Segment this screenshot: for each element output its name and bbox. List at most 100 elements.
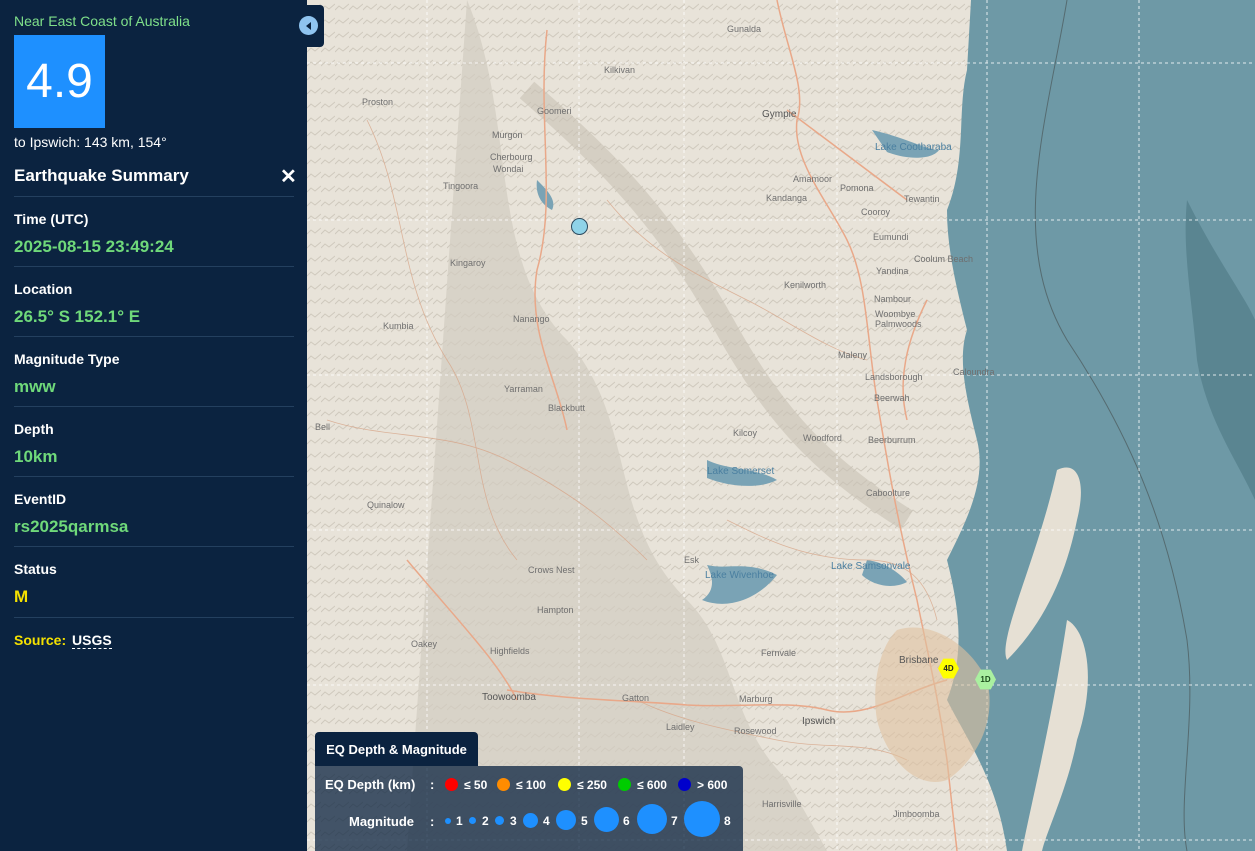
place-label: Gunalda	[727, 24, 762, 34]
status-label: Status	[14, 561, 57, 577]
place-label: Landsborough	[865, 372, 923, 382]
magnitude-badge: 4.9	[14, 35, 105, 128]
magnitude-legend-item: 7	[671, 814, 678, 828]
place-label: Eumundi	[873, 232, 909, 242]
depth-legend-item: ≤ 250	[577, 778, 607, 792]
place-label: Nanango	[513, 314, 550, 324]
depth-value: 10km	[14, 447, 58, 466]
place-label: Yarraman	[504, 384, 543, 394]
place-label: Ipswich	[802, 716, 836, 727]
place-label: Woodford	[803, 433, 842, 443]
legend-title: EQ Depth & Magnitude	[315, 732, 478, 766]
place-label: Fernvale	[761, 648, 797, 658]
depth-legend-label: EQ Depth (km)	[325, 777, 416, 792]
place-label: Kingaroy	[450, 258, 486, 268]
place-label: Palmwoods	[875, 319, 922, 329]
nearby-city-distance: to Ipswich: 143 km, 154°	[14, 134, 167, 150]
place-label: Coolum Beach	[914, 254, 974, 264]
place-label: Cherbourg	[490, 152, 533, 162]
place-label: Gympie	[762, 109, 797, 120]
legend-separator: :	[430, 777, 435, 792]
source-label: Source:	[14, 632, 67, 648]
place-label: Amamoor	[793, 174, 833, 184]
place-label: Marburg	[739, 694, 773, 704]
map-canvas[interactable]: Gunalda Kilkivan Proston Goomeri Gympie …	[307, 0, 1255, 851]
place-label: Nambour	[874, 294, 912, 304]
depth-legend-item: > 600	[697, 778, 728, 792]
magnitude-type-value: mww	[14, 377, 56, 396]
place-label: Esk	[684, 555, 700, 565]
place-label: Brisbane	[899, 655, 939, 666]
place-label: Kumbia	[383, 321, 414, 331]
place-label: Jimboomba	[893, 809, 940, 819]
place-label: Oakey	[411, 639, 438, 649]
depth-dot-blue	[678, 778, 691, 791]
depth-dot-green	[618, 778, 631, 791]
place-label: Maleny	[838, 350, 868, 360]
earthquake-event-marker[interactable]	[571, 218, 588, 235]
place-label: Wondai	[493, 164, 524, 174]
place-label: Blackbutt	[548, 403, 586, 413]
depth-dot-red	[445, 778, 458, 791]
place-label: Beerwah	[874, 393, 910, 403]
depth-dot-orange	[497, 778, 510, 791]
magnitude-dot-4	[523, 813, 538, 828]
magnitude-dot-5	[556, 810, 576, 830]
close-icon[interactable]: ✕	[280, 164, 297, 189]
place-label: Tingoora	[443, 181, 479, 191]
place-label: Harrisville	[762, 799, 802, 809]
chevron-left-icon	[299, 16, 318, 35]
place-label: Crows Nest	[528, 565, 575, 575]
depth-label: Depth	[14, 421, 54, 437]
lake-label: Lake Cootharaba	[875, 142, 952, 153]
place-label: Cooroy	[861, 207, 891, 217]
magnitude-legend-label: Magnitude	[349, 814, 414, 829]
place-label: Pomona	[840, 183, 874, 193]
divider	[14, 196, 294, 197]
legend-body: EQ Depth (km) : ≤ 50 ≤ 100 ≤ 250 ≤ 600 >…	[315, 766, 743, 851]
depth-legend-item: ≤ 50	[464, 778, 488, 792]
divider	[14, 336, 294, 337]
magnitude-dot-1	[445, 818, 451, 824]
place-label: Murgon	[492, 130, 523, 140]
sidebar-toggle-button[interactable]	[294, 5, 324, 47]
magnitude-legend-item: 8	[724, 814, 731, 828]
place-label: Highfields	[490, 646, 530, 656]
place-label: Gatton	[622, 693, 650, 703]
magnitude-type-label: Magnitude Type	[14, 351, 120, 367]
place-label: Yandina	[876, 266, 909, 276]
magnitude-dot-8	[684, 801, 720, 837]
magnitude-legend-item: 3	[510, 814, 517, 828]
eventid-value: rs2025qarmsa	[14, 517, 129, 536]
place-label: Goomeri	[537, 106, 572, 116]
lake-label: Lake Somerset	[707, 466, 775, 477]
place-label: Caloundra	[953, 367, 995, 377]
event-sidebar: Near East Coast of Australia 4.9 to Ipsw…	[0, 0, 307, 851]
lake-label: Lake Wivenhoe	[705, 570, 774, 581]
time-label: Time (UTC)	[14, 211, 89, 227]
magnitude-dot-2	[469, 817, 476, 824]
magnitude-dot-3	[495, 816, 504, 825]
status-value: M	[14, 587, 29, 606]
location-value: 26.5° S 152.1° E	[14, 307, 141, 326]
place-label: Caboolture	[866, 488, 911, 498]
place-label: Kilkivan	[604, 65, 636, 75]
place-label: Bell	[315, 422, 331, 432]
magnitude-legend-item: 5	[581, 814, 588, 828]
place-label: Kenilworth	[784, 280, 827, 290]
source-link[interactable]: USGS	[72, 632, 112, 649]
map-background	[307, 0, 1255, 851]
legend-separator: :	[430, 814, 435, 829]
place-label: Woombye	[875, 309, 916, 319]
divider	[14, 476, 294, 477]
region-name: Near East Coast of Australia	[14, 13, 190, 29]
time-value: 2025-08-15 23:49:24	[14, 237, 174, 256]
location-label: Location	[14, 281, 73, 297]
place-label: Toowoomba	[482, 692, 536, 703]
magnitude-dot-7	[637, 804, 667, 834]
place-label: Hampton	[537, 605, 574, 615]
lake-label: Lake Samsonvale	[831, 561, 911, 572]
magnitude-legend-item: 1	[456, 814, 463, 828]
magnitude-legend-item: 4	[543, 814, 550, 828]
divider	[14, 266, 294, 267]
